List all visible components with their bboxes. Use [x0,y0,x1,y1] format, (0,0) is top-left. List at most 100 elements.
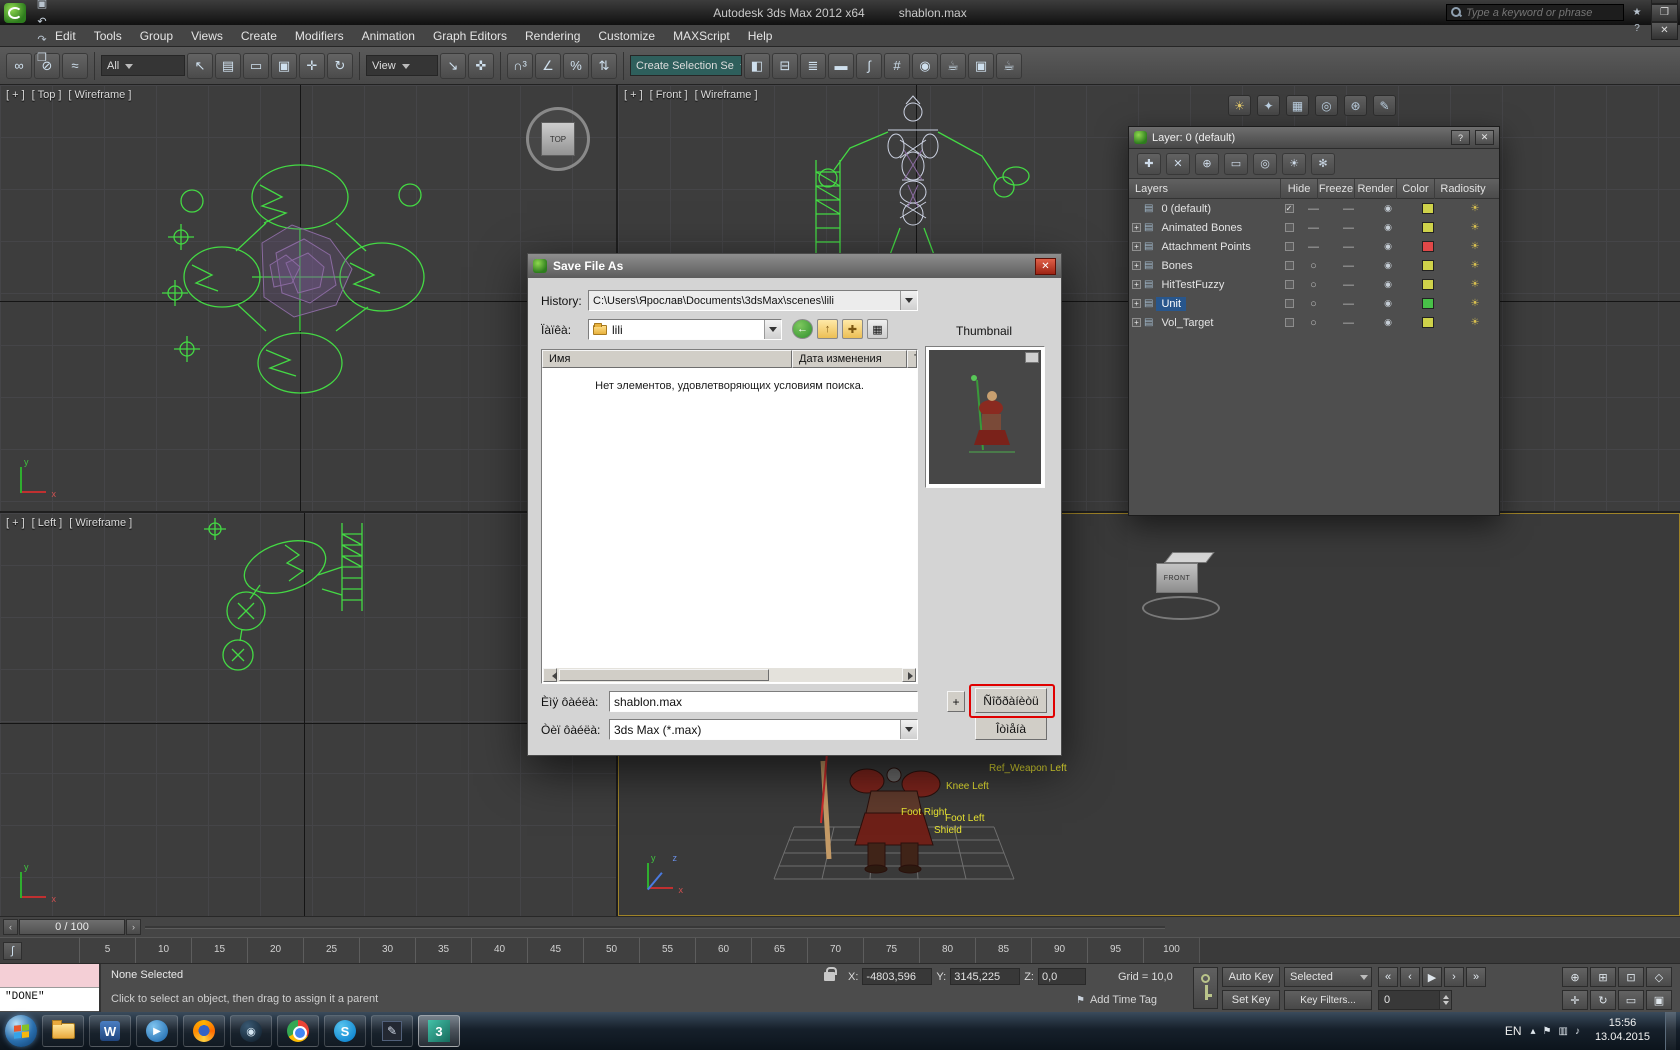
region-tool-icon[interactable]: ⊛ [1344,95,1367,116]
layer-row[interactable]: + ▤ Animated Bones — — ◉ ☀ [1129,218,1499,237]
frame-spinner[interactable] [1439,991,1451,1009]
dropdown-arrow-icon[interactable] [900,720,917,739]
freeze-toggle[interactable]: — [1330,241,1367,253]
reference-coordinate-dropdown[interactable]: View [366,55,438,76]
action-center-icon[interactable]: ⚑ [1543,1026,1552,1037]
infocenter-search[interactable] [1446,4,1624,21]
3ds-max-taskbar-icon[interactable]: 3 [418,1015,460,1047]
previous-frame-icon[interactable]: ‹ [1400,967,1420,987]
viewport-menu-button[interactable]: [ + ] [6,89,25,101]
menu-item[interactable]: Graph Editors [424,29,516,43]
new-layer-icon[interactable]: ✚ [1137,152,1161,175]
viewport-left[interactable]: [ + ] [ Left ] [ Wireframe ] x y [0,513,616,916]
menu-item[interactable]: Rendering [516,29,589,43]
select-and-link-icon[interactable]: ∞ [6,52,32,79]
hide-toggle[interactable]: ○ [1297,317,1330,329]
layer-column-header[interactable]: Freeze [1318,178,1355,199]
material-editor-icon[interactable]: ◉ [912,52,938,79]
window-crossing-icon[interactable]: ▣ [271,52,297,79]
menu-item[interactable]: Group [131,29,182,43]
set-current-layer-icon[interactable]: ◎ [1253,152,1277,175]
scroll-left-icon[interactable] [543,668,557,682]
radiosity-toggle[interactable]: ☀ [1447,260,1503,271]
zoom-icon[interactable]: ⊕ [1562,967,1588,987]
layer-window-close-button[interactable]: ✕ [1475,130,1494,145]
bone-label[interactable]: Foot Right [901,807,947,818]
explorer-icon[interactable] [42,1015,84,1047]
layer-column-header[interactable]: Color [1397,178,1435,199]
folder-dropdown[interactable]: lili [588,319,782,340]
render-production-icon[interactable]: ☕ [996,52,1022,79]
view-menu-icon[interactable]: ▦ [867,319,888,339]
viewport-top[interactable]: [ + ] [ Top ] [ Wireframe ] TOP x y [0,85,616,511]
layer-color-swatch[interactable] [1422,317,1434,328]
curve-editor-icon[interactable]: ∫ [856,52,882,79]
history-dropdown[interactable]: C:\Users\Ярослав\Documents\3dsMax\scenes… [588,290,918,311]
dialog-titlebar[interactable]: Save File As ✕ [528,254,1061,278]
add-selection-to-layer-icon[interactable]: ⊕ [1195,152,1219,175]
mirror-icon[interactable]: ◧ [744,52,770,79]
current-layer-checkbox[interactable] [1284,261,1294,270]
language-indicator[interactable]: EN [1505,1024,1522,1038]
render-toggle[interactable]: ◉ [1367,279,1409,290]
menu-item[interactable]: Create [232,29,286,43]
radiosity-toggle[interactable]: ☀ [1447,298,1503,309]
layer-color-swatch[interactable] [1422,260,1434,271]
viewcube-top[interactable]: TOP [526,107,590,171]
render-toggle[interactable]: ◉ [1367,203,1409,214]
layer-row[interactable]: + ▤ Unit ○ — ◉ ☀ [1129,294,1499,313]
zoom-region-icon[interactable]: ▭ [1618,990,1644,1010]
current-layer-checkbox[interactable] [1284,280,1294,289]
layer-column-header[interactable]: Hide [1281,178,1318,199]
bone-label[interactable]: Ref_Weapon Left [989,763,1067,774]
chrome-icon[interactable] [277,1015,319,1047]
expand-icon[interactable]: + [1132,223,1141,232]
show-desktop-button[interactable] [1665,1012,1676,1050]
viewcube-top-face[interactable]: TOP [541,122,575,156]
close-button[interactable]: ✕ [1651,21,1678,40]
expand-icon[interactable]: + [1132,299,1141,308]
column-date[interactable]: Дата изменения [792,350,907,368]
increment-save-button[interactable]: + [947,691,965,712]
viewport-shading-label[interactable]: [ Wireframe ] [68,89,131,101]
current-layer-checkbox[interactable] [1284,299,1294,308]
viewcube-front-face[interactable]: FRONT [1156,563,1198,593]
freeze-toggle-icon[interactable]: ✻ [1311,152,1335,175]
rendered-frame-icon[interactable]: ▣ [968,52,994,79]
listener-output-line[interactable]: "DONE" [0,988,99,1011]
field-of-view-icon[interactable]: ◇ [1646,967,1672,987]
network-icon[interactable]: ▥ [1558,1026,1567,1037]
viewport-view-label[interactable]: [ Left ] [32,517,63,529]
current-layer-checkbox[interactable] [1284,223,1294,232]
hide-toggle[interactable]: ○ [1297,279,1330,291]
layer-name[interactable]: Bones [1156,259,1197,273]
snaps-toggle-icon[interactable]: ∩³ [507,52,533,79]
radiosity-toggle[interactable]: ☀ [1447,317,1503,328]
y-coordinate-field[interactable]: 3145,225 [950,968,1021,985]
edit-tool-icon[interactable]: ✎ [1373,95,1396,116]
expand-icon[interactable]: + [1132,261,1141,270]
expand-icon[interactable]: + [1132,318,1141,327]
layer-name[interactable]: 0 (default) [1156,202,1216,216]
save-file-icon[interactable]: ▣ [32,0,52,13]
layer-name[interactable]: Unit [1156,296,1187,311]
go-back-icon[interactable]: ← [792,319,813,339]
current-layer-checkbox[interactable] [1284,242,1294,251]
select-and-manipulate-icon[interactable]: ✜ [468,52,494,79]
menu-item[interactable]: Views [182,29,232,43]
scroll-right-icon[interactable] [902,668,916,682]
render-toggle[interactable]: ◉ [1367,222,1409,233]
dropdown-arrow-icon[interactable] [764,320,781,339]
set-keys-button[interactable] [1193,967,1218,1009]
z-coordinate-field[interactable]: 0,0 [1037,968,1086,985]
percent-snap-icon[interactable]: % [563,52,589,79]
steam-icon[interactable]: ◉ [230,1015,272,1047]
new-folder-icon[interactable]: ✚ [842,319,863,339]
spinner-snap-icon[interactable]: ⇅ [591,52,617,79]
render-toggle[interactable]: ◉ [1367,317,1409,328]
expand-icon[interactable]: + [1132,242,1141,251]
time-slider[interactable]: 0 / 100 [19,919,125,935]
hide-toggle[interactable]: ○ [1297,260,1330,272]
freeze-toggle[interactable]: — [1330,222,1367,234]
info-center-icon[interactable]: ? [1628,21,1646,37]
